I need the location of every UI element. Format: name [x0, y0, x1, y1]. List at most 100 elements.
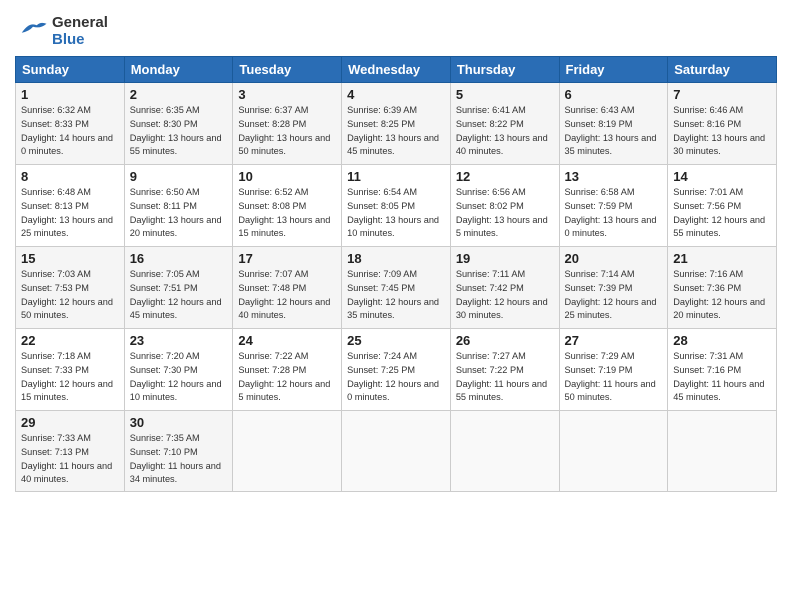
- day-number: 15: [21, 251, 119, 266]
- day-number: 29: [21, 415, 119, 430]
- day-info: Sunrise: 7:07 AMSunset: 7:48 PMDaylight:…: [238, 268, 336, 323]
- calendar-cell: 10 Sunrise: 6:52 AMSunset: 8:08 PMDaylig…: [233, 165, 342, 247]
- day-number: 6: [565, 87, 663, 102]
- day-info: Sunrise: 7:33 AMSunset: 7:13 PMDaylight:…: [21, 432, 119, 487]
- calendar-cell: [450, 411, 559, 492]
- day-number: 27: [565, 333, 663, 348]
- calendar-cell: 7 Sunrise: 6:46 AMSunset: 8:16 PMDayligh…: [668, 83, 777, 165]
- calendar-cell: 24 Sunrise: 7:22 AMSunset: 7:28 PMDaylig…: [233, 329, 342, 411]
- day-info: Sunrise: 6:39 AMSunset: 8:25 PMDaylight:…: [347, 104, 445, 159]
- day-number: 21: [673, 251, 771, 266]
- day-number: 25: [347, 333, 445, 348]
- day-info: Sunrise: 6:54 AMSunset: 8:05 PMDaylight:…: [347, 186, 445, 241]
- calendar-cell: 4 Sunrise: 6:39 AMSunset: 8:25 PMDayligh…: [342, 83, 451, 165]
- day-number: 12: [456, 169, 554, 184]
- day-info: Sunrise: 7:03 AMSunset: 7:53 PMDaylight:…: [21, 268, 119, 323]
- calendar-cell: 8 Sunrise: 6:48 AMSunset: 8:13 PMDayligh…: [16, 165, 125, 247]
- day-info: Sunrise: 6:58 AMSunset: 7:59 PMDaylight:…: [565, 186, 663, 241]
- calendar-cell: 20 Sunrise: 7:14 AMSunset: 7:39 PMDaylig…: [559, 247, 668, 329]
- logo: General Blue: [15, 15, 108, 48]
- calendar-cell: 18 Sunrise: 7:09 AMSunset: 7:45 PMDaylig…: [342, 247, 451, 329]
- day-info: Sunrise: 6:43 AMSunset: 8:19 PMDaylight:…: [565, 104, 663, 159]
- calendar-cell: 16 Sunrise: 7:05 AMSunset: 7:51 PMDaylig…: [124, 247, 233, 329]
- day-number: 3: [238, 87, 336, 102]
- day-info: Sunrise: 7:22 AMSunset: 7:28 PMDaylight:…: [238, 350, 336, 405]
- day-number: 20: [565, 251, 663, 266]
- day-info: Sunrise: 7:18 AMSunset: 7:33 PMDaylight:…: [21, 350, 119, 405]
- day-header-monday: Monday: [124, 57, 233, 83]
- calendar-cell: 22 Sunrise: 7:18 AMSunset: 7:33 PMDaylig…: [16, 329, 125, 411]
- day-info: Sunrise: 7:16 AMSunset: 7:36 PMDaylight:…: [673, 268, 771, 323]
- day-info: Sunrise: 7:31 AMSunset: 7:16 PMDaylight:…: [673, 350, 771, 405]
- day-number: 28: [673, 333, 771, 348]
- calendar-table: SundayMondayTuesdayWednesdayThursdayFrid…: [15, 56, 777, 492]
- day-header-tuesday: Tuesday: [233, 57, 342, 83]
- calendar-cell: 14 Sunrise: 7:01 AMSunset: 7:56 PMDaylig…: [668, 165, 777, 247]
- calendar-cell: 5 Sunrise: 6:41 AMSunset: 8:22 PMDayligh…: [450, 83, 559, 165]
- day-number: 14: [673, 169, 771, 184]
- day-number: 19: [456, 251, 554, 266]
- day-number: 18: [347, 251, 445, 266]
- day-info: Sunrise: 7:20 AMSunset: 7:30 PMDaylight:…: [130, 350, 228, 405]
- day-info: Sunrise: 6:35 AMSunset: 8:30 PMDaylight:…: [130, 104, 228, 159]
- day-info: Sunrise: 6:37 AMSunset: 8:28 PMDaylight:…: [238, 104, 336, 159]
- calendar-cell: 28 Sunrise: 7:31 AMSunset: 7:16 PMDaylig…: [668, 329, 777, 411]
- page-header: General Blue: [15, 10, 777, 48]
- calendar-cell: [342, 411, 451, 492]
- calendar-cell: 11 Sunrise: 6:54 AMSunset: 8:05 PMDaylig…: [342, 165, 451, 247]
- day-number: 26: [456, 333, 554, 348]
- day-number: 1: [21, 87, 119, 102]
- day-info: Sunrise: 7:24 AMSunset: 7:25 PMDaylight:…: [347, 350, 445, 405]
- day-info: Sunrise: 6:50 AMSunset: 8:11 PMDaylight:…: [130, 186, 228, 241]
- calendar-cell: 29 Sunrise: 7:33 AMSunset: 7:13 PMDaylig…: [16, 411, 125, 492]
- day-header-saturday: Saturday: [668, 57, 777, 83]
- day-header-wednesday: Wednesday: [342, 57, 451, 83]
- day-number: 2: [130, 87, 228, 102]
- day-number: 24: [238, 333, 336, 348]
- day-number: 13: [565, 169, 663, 184]
- day-number: 16: [130, 251, 228, 266]
- calendar-cell: 23 Sunrise: 7:20 AMSunset: 7:30 PMDaylig…: [124, 329, 233, 411]
- day-info: Sunrise: 7:29 AMSunset: 7:19 PMDaylight:…: [565, 350, 663, 405]
- calendar-cell: 25 Sunrise: 7:24 AMSunset: 7:25 PMDaylig…: [342, 329, 451, 411]
- day-info: Sunrise: 6:48 AMSunset: 8:13 PMDaylight:…: [21, 186, 119, 241]
- calendar-cell: [668, 411, 777, 492]
- calendar-cell: 1 Sunrise: 6:32 AMSunset: 8:33 PMDayligh…: [16, 83, 125, 165]
- calendar-cell: 15 Sunrise: 7:03 AMSunset: 7:53 PMDaylig…: [16, 247, 125, 329]
- calendar-cell: 19 Sunrise: 7:11 AMSunset: 7:42 PMDaylig…: [450, 247, 559, 329]
- day-number: 17: [238, 251, 336, 266]
- day-info: Sunrise: 7:27 AMSunset: 7:22 PMDaylight:…: [456, 350, 554, 405]
- calendar-cell: 27 Sunrise: 7:29 AMSunset: 7:19 PMDaylig…: [559, 329, 668, 411]
- calendar-cell: 21 Sunrise: 7:16 AMSunset: 7:36 PMDaylig…: [668, 247, 777, 329]
- day-number: 22: [21, 333, 119, 348]
- calendar-cell: 2 Sunrise: 6:35 AMSunset: 8:30 PMDayligh…: [124, 83, 233, 165]
- day-info: Sunrise: 7:05 AMSunset: 7:51 PMDaylight:…: [130, 268, 228, 323]
- day-info: Sunrise: 6:52 AMSunset: 8:08 PMDaylight:…: [238, 186, 336, 241]
- day-info: Sunrise: 6:46 AMSunset: 8:16 PMDaylight:…: [673, 104, 771, 159]
- day-info: Sunrise: 7:11 AMSunset: 7:42 PMDaylight:…: [456, 268, 554, 323]
- day-number: 4: [347, 87, 445, 102]
- day-info: Sunrise: 7:09 AMSunset: 7:45 PMDaylight:…: [347, 268, 445, 323]
- day-header-thursday: Thursday: [450, 57, 559, 83]
- calendar-cell: [233, 411, 342, 492]
- day-header-friday: Friday: [559, 57, 668, 83]
- day-number: 5: [456, 87, 554, 102]
- calendar-cell: 17 Sunrise: 7:07 AMSunset: 7:48 PMDaylig…: [233, 247, 342, 329]
- day-info: Sunrise: 7:14 AMSunset: 7:39 PMDaylight:…: [565, 268, 663, 323]
- day-info: Sunrise: 7:01 AMSunset: 7:56 PMDaylight:…: [673, 186, 771, 241]
- calendar-cell: 12 Sunrise: 6:56 AMSunset: 8:02 PMDaylig…: [450, 165, 559, 247]
- calendar-cell: 26 Sunrise: 7:27 AMSunset: 7:22 PMDaylig…: [450, 329, 559, 411]
- day-number: 23: [130, 333, 228, 348]
- day-info: Sunrise: 6:56 AMSunset: 8:02 PMDaylight:…: [456, 186, 554, 241]
- day-number: 30: [130, 415, 228, 430]
- day-number: 11: [347, 169, 445, 184]
- calendar-cell: 30 Sunrise: 7:35 AMSunset: 7:10 PMDaylig…: [124, 411, 233, 492]
- calendar-cell: 13 Sunrise: 6:58 AMSunset: 7:59 PMDaylig…: [559, 165, 668, 247]
- calendar-cell: 9 Sunrise: 6:50 AMSunset: 8:11 PMDayligh…: [124, 165, 233, 247]
- day-number: 8: [21, 169, 119, 184]
- day-info: Sunrise: 6:32 AMSunset: 8:33 PMDaylight:…: [21, 104, 119, 159]
- calendar-cell: 3 Sunrise: 6:37 AMSunset: 8:28 PMDayligh…: [233, 83, 342, 165]
- day-info: Sunrise: 6:41 AMSunset: 8:22 PMDaylight:…: [456, 104, 554, 159]
- calendar-cell: 6 Sunrise: 6:43 AMSunset: 8:19 PMDayligh…: [559, 83, 668, 165]
- day-number: 9: [130, 169, 228, 184]
